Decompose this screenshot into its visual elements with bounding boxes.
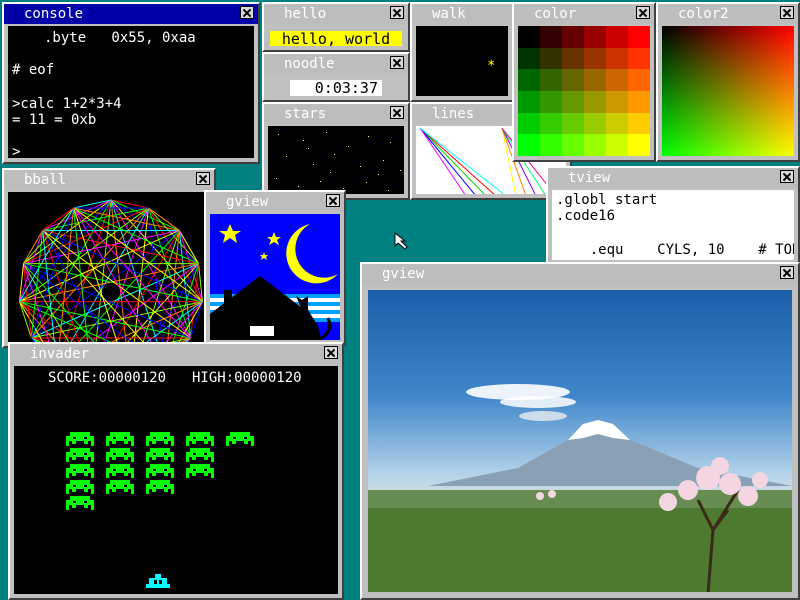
gview-small-title: gview xyxy=(226,194,269,210)
invader-icon xyxy=(66,432,94,446)
invader-icon xyxy=(146,432,174,446)
console-line: # eof xyxy=(12,62,55,78)
code-view-titlebar[interactable]: tview xyxy=(548,168,798,188)
gview-photo-window[interactable]: gview xyxy=(360,262,800,600)
invader-icon xyxy=(146,464,174,478)
gview-photo-titlebar[interactable]: gview xyxy=(362,264,798,284)
noodle-title: noodle xyxy=(284,56,335,72)
color2-titlebar[interactable]: color2 xyxy=(658,4,798,24)
console-line: .byte 0x55, 0xaa xyxy=(44,30,196,46)
walker-marker: * xyxy=(487,58,496,74)
stars-titlebar[interactable]: stars xyxy=(264,104,408,124)
close-icon[interactable] xyxy=(390,106,404,119)
close-icon[interactable] xyxy=(324,346,338,359)
invader-icon xyxy=(186,432,214,446)
walk-titlebar[interactable]: walk xyxy=(412,4,512,24)
code-view-title: tview xyxy=(568,170,611,186)
close-icon[interactable] xyxy=(390,56,404,69)
invader-icon xyxy=(106,448,134,462)
color-grid xyxy=(518,26,650,156)
walk-canvas: * xyxy=(416,26,508,96)
close-icon[interactable] xyxy=(390,6,404,19)
color2-title: color2 xyxy=(678,6,729,22)
gview-photo-title: gview xyxy=(382,266,425,282)
invader-icon xyxy=(106,464,134,478)
night-picture xyxy=(210,214,340,340)
invader-icon xyxy=(146,448,174,462)
bball-titlebar[interactable]: bball xyxy=(4,170,214,190)
noodle-window[interactable]: noodle 0:03:37 xyxy=(262,52,410,102)
invader-titlebar[interactable]: invader xyxy=(10,344,342,364)
code-view-text[interactable]: .globl start .code16 .equ CYLS, 10 # TOD… xyxy=(552,190,794,260)
console-titlebar[interactable]: console xyxy=(4,4,258,24)
console-line: = 11 = 0xb xyxy=(12,112,97,128)
color2-window[interactable]: color2 xyxy=(656,2,800,162)
invader-icon xyxy=(66,448,94,462)
invader-icon xyxy=(146,480,174,494)
stars-window[interactable]: stars xyxy=(262,102,410,200)
invader-icon xyxy=(66,496,94,510)
console-prompt: > xyxy=(12,144,21,158)
bball-canvas xyxy=(8,192,210,342)
invader-window[interactable]: invader SCORE:00000120 HIGH:00000120 xyxy=(8,342,344,600)
close-icon[interactable] xyxy=(326,194,340,207)
player-ship-icon xyxy=(146,574,170,588)
hello-client: hello, world xyxy=(268,28,404,46)
code-view-window[interactable]: tview .globl start .code16 .equ CYLS, 10… xyxy=(546,166,800,266)
walk-title: walk xyxy=(432,6,466,22)
code-line: .globl start xyxy=(556,192,658,208)
invader-icon xyxy=(66,480,94,494)
close-icon[interactable] xyxy=(196,172,210,185)
lines-title: lines xyxy=(432,106,475,122)
bball-title: bball xyxy=(24,172,67,188)
invader-icon xyxy=(66,464,94,478)
starfield xyxy=(276,132,401,191)
walk-window[interactable]: walk * xyxy=(410,2,514,102)
hello-titlebar[interactable]: hello xyxy=(264,4,408,24)
noodle-client: 0:03:37 xyxy=(268,78,404,96)
close-icon[interactable] xyxy=(240,6,254,19)
close-icon[interactable] xyxy=(780,170,794,183)
gview-small-window[interactable]: gview xyxy=(204,190,346,346)
stars-title: stars xyxy=(284,106,327,122)
invader-title: invader xyxy=(30,346,90,362)
code-line: .equ CYLS, 10 # TODO xyxy=(556,242,794,258)
close-icon[interactable] xyxy=(636,6,650,19)
gview-small-titlebar[interactable]: gview xyxy=(206,192,344,212)
console-line: >calc 1+2*3+4 xyxy=(12,96,122,112)
bball-window[interactable]: bball xyxy=(2,168,216,348)
color2-gradient xyxy=(662,26,794,156)
color-titlebar[interactable]: color xyxy=(514,4,654,24)
noodle-timer: 0:03:37 xyxy=(290,80,382,96)
close-icon[interactable] xyxy=(780,266,794,279)
color-window[interactable]: color xyxy=(512,2,656,162)
night-scene xyxy=(210,214,340,340)
high-score-label: HIGH:00000120 xyxy=(192,370,302,386)
hello-window[interactable]: hello hello, world xyxy=(262,2,410,52)
invader-playfield[interactable]: SCORE:00000120 HIGH:00000120 xyxy=(14,366,338,594)
console-window[interactable]: console .byte 0x55, 0xaa # eof >calc 1+2… xyxy=(2,2,260,164)
console-title: console xyxy=(24,6,84,22)
console-output[interactable]: .byte 0x55, 0xaa # eof >calc 1+2*3+4 = 1… xyxy=(8,26,254,158)
hello-title: hello xyxy=(284,6,327,22)
hello-text: hello, world xyxy=(270,31,402,46)
invader-icon xyxy=(106,480,134,494)
invader-icon xyxy=(226,432,254,446)
bball-drawing xyxy=(19,199,203,342)
close-icon[interactable] xyxy=(780,6,794,19)
invader-icon xyxy=(186,448,214,462)
invader-icon xyxy=(186,464,214,478)
stars-canvas xyxy=(268,126,404,194)
code-line: .code16 xyxy=(556,208,616,224)
noodle-titlebar[interactable]: noodle xyxy=(264,54,408,74)
invader-icon xyxy=(106,432,134,446)
color-title: color xyxy=(534,6,577,22)
mouse-cursor-icon xyxy=(394,232,408,250)
landscape-photo xyxy=(368,290,792,592)
photo-scene xyxy=(368,384,792,592)
score-label: SCORE:00000120 xyxy=(48,370,167,386)
